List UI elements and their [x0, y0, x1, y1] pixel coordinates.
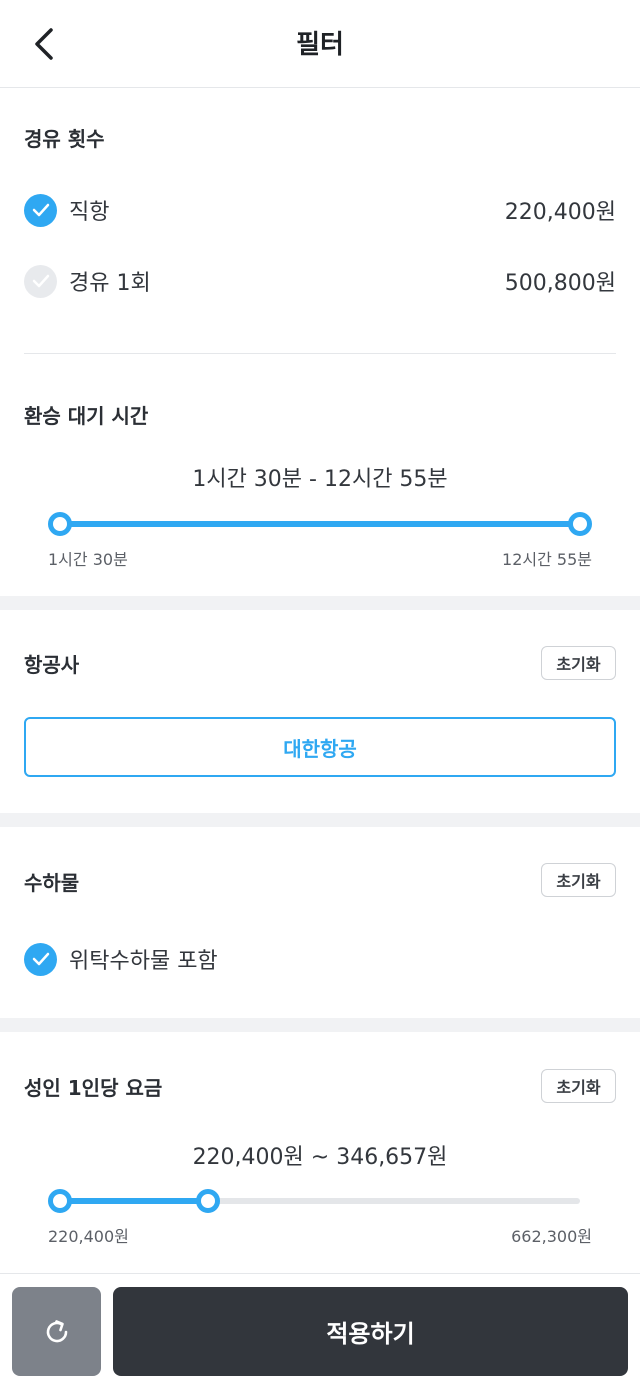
fare-reset-button[interactable]: 초기화 [541, 1069, 616, 1103]
page-title: 필터 [296, 30, 344, 60]
baggage-option-checked-bag[interactable]: 위탁수하물 포함 [24, 939, 616, 979]
airline-section-title: 항공사 [24, 653, 80, 677]
baggage-section-title: 수하물 [24, 871, 80, 895]
layover-min-label: 1시간 30분 [48, 550, 128, 569]
slider-max-handle[interactable] [568, 512, 592, 536]
stops-option-one-stop[interactable]: 경유 1회 500,800원 [24, 261, 616, 301]
layover-slider[interactable] [48, 512, 592, 536]
layover-max-label: 12시간 55분 [502, 550, 592, 569]
unchecked-icon [24, 264, 57, 298]
checked-icon [24, 942, 57, 976]
refresh-button[interactable] [12, 1287, 101, 1376]
baggage-reset-button[interactable]: 초기화 [541, 863, 616, 897]
layover-section-title: 환승 대기 시간 [24, 404, 149, 428]
fare-min-label: 220,400원 [48, 1227, 129, 1246]
section-separator [0, 1018, 640, 1032]
refresh-icon [46, 1319, 67, 1342]
stops-section-title: 경유 횟수 [24, 127, 105, 151]
layover-range-text: 1시간 30분 - 12시간 55분 [192, 467, 448, 492]
fare-max-label: 662,300원 [511, 1227, 592, 1246]
stops-option-label: 경유 1회 [69, 271, 151, 296]
stops-option-label: 직항 [69, 200, 110, 225]
checked-icon [24, 193, 57, 227]
top-bar: 필터 [0, 0, 640, 88]
airline-reset-button[interactable]: 초기화 [541, 646, 616, 680]
stops-option-price: 500,800원 [504, 271, 616, 296]
slider-min-handle[interactable] [48, 1189, 72, 1213]
fare-section-title: 성인 1인당 요금 [24, 1076, 163, 1100]
stops-option-price: 220,400원 [504, 200, 616, 225]
slider-min-handle[interactable] [48, 512, 72, 536]
bottom-action-bar: 적용하기 [0, 1273, 640, 1387]
section-divider [24, 353, 616, 354]
fare-range-text: 220,400원 ~ 346,657원 [192, 1145, 448, 1170]
section-separator [0, 813, 640, 827]
airline-chip-korean-air[interactable]: 대한항공 [24, 717, 616, 777]
stops-option-direct[interactable]: 직항 220,400원 [24, 190, 616, 230]
baggage-option-label: 위탁수하물 포함 [69, 949, 218, 974]
slider-fill [60, 1198, 209, 1204]
slider-max-handle[interactable] [196, 1189, 221, 1213]
slider-fill [60, 521, 580, 527]
fare-slider[interactable] [48, 1189, 580, 1213]
section-separator [0, 596, 640, 610]
apply-button[interactable]: 적용하기 [113, 1287, 628, 1376]
